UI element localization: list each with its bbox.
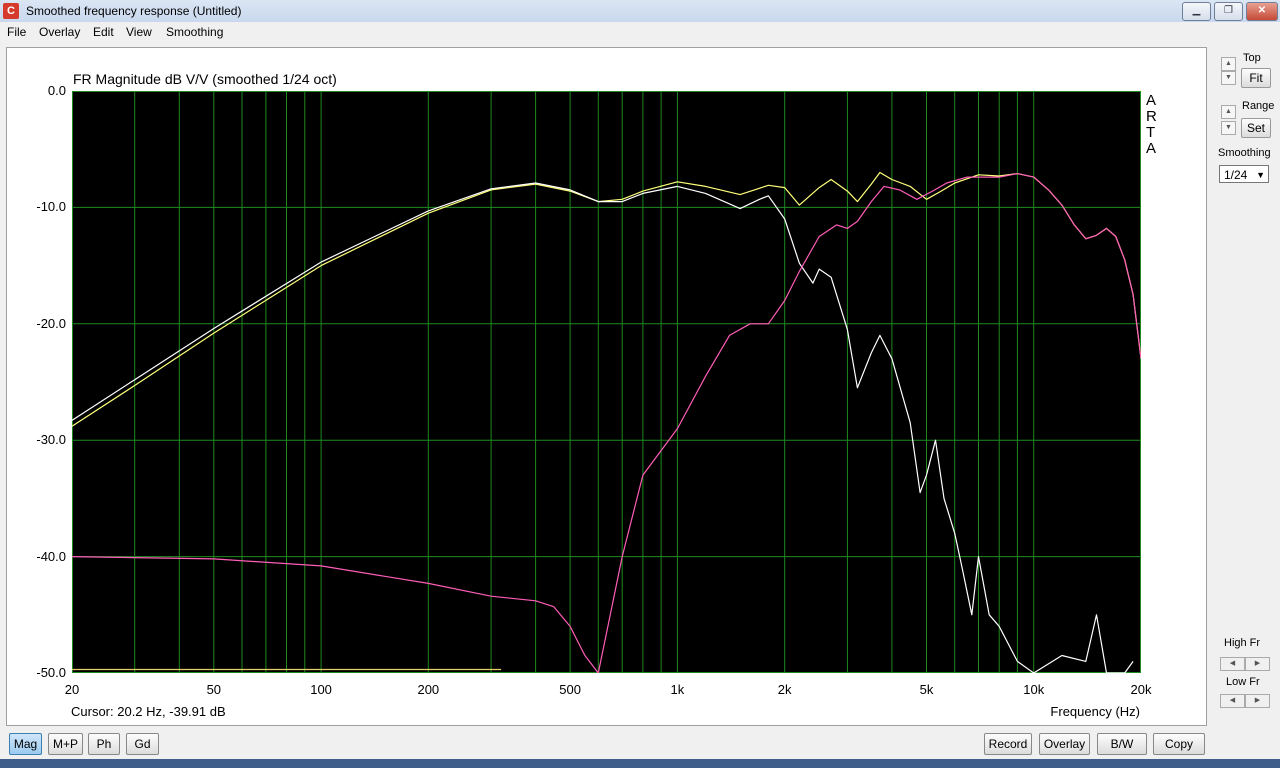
y-tick-label: 0.0 bbox=[47, 83, 66, 98]
close-button[interactable]: ✕ bbox=[1246, 2, 1278, 21]
top-up-spin[interactable]: ▲ bbox=[1221, 57, 1236, 71]
top-down-spin[interactable]: ▼ bbox=[1221, 71, 1236, 85]
x-tick-label: 200 bbox=[417, 682, 440, 697]
menu-smoothing[interactable]: Smoothing bbox=[166, 25, 223, 39]
set-button[interactable]: Set bbox=[1241, 118, 1271, 138]
y-tick-label: -20.0 bbox=[36, 315, 66, 331]
gd-button[interactable]: Gd bbox=[126, 733, 159, 755]
x-tick-label: 100 bbox=[310, 682, 332, 697]
plot-background bbox=[72, 91, 1141, 673]
x-tick-label: 20k bbox=[1130, 682, 1152, 697]
x-tick-label: 500 bbox=[559, 682, 581, 697]
plot-title: FR Magnitude dB V/V (smoothed 1/24 oct) bbox=[73, 71, 337, 87]
menu-bar: File Overlay Edit View Smoothing bbox=[0, 22, 1280, 42]
smoothing-label: Smoothing bbox=[1218, 147, 1271, 159]
menu-overlay[interactable]: Overlay bbox=[39, 25, 80, 39]
y-tick-label: -50.0 bbox=[36, 665, 66, 680]
x-tick-label: 5k bbox=[919, 682, 934, 697]
x-axis-label: Frequency (Hz) bbox=[1050, 704, 1140, 719]
fit-button[interactable]: Fit bbox=[1241, 68, 1271, 88]
ph-button[interactable]: Ph bbox=[88, 733, 120, 755]
high-fr-label: High Fr bbox=[1224, 637, 1261, 649]
x-tick-label: 20 bbox=[64, 682, 80, 697]
low-fr-left-arrow[interactable]: ◀ bbox=[1220, 694, 1245, 708]
smoothing-value: 1/24 bbox=[1224, 168, 1248, 182]
high-fr-right-arrow[interactable]: ▶ bbox=[1245, 657, 1270, 671]
chevron-down-icon: ▼ bbox=[1256, 170, 1265, 180]
smoothing-select[interactable]: 1/24 ▼ bbox=[1219, 165, 1269, 183]
mag-button[interactable]: Mag bbox=[9, 733, 42, 755]
menu-file[interactable]: File bbox=[7, 25, 26, 39]
bw-button[interactable]: B/W bbox=[1097, 733, 1147, 755]
record-button[interactable]: Record bbox=[984, 733, 1032, 755]
restore-button[interactable]: ❐ bbox=[1214, 2, 1243, 21]
cursor-readout: Cursor: 20.2 Hz, -39.91 dB bbox=[71, 704, 226, 719]
taskbar bbox=[0, 759, 1280, 768]
arta-brand-letter: A bbox=[1146, 92, 1157, 109]
overlay-button[interactable]: Overlay bbox=[1039, 733, 1090, 755]
frequency-response-chart[interactable] bbox=[72, 91, 1141, 673]
range-up-spin[interactable]: ▲ bbox=[1221, 105, 1236, 119]
x-tick-label: 1k bbox=[670, 682, 685, 697]
low-fr-right-arrow[interactable]: ▶ bbox=[1245, 694, 1270, 708]
arta-brand-letter: A bbox=[1146, 140, 1157, 157]
copy-button[interactable]: Copy bbox=[1153, 733, 1205, 755]
range-down-spin[interactable]: ▼ bbox=[1221, 121, 1236, 135]
window-title: Smoothed frequency response (Untitled) bbox=[26, 4, 242, 18]
x-tick-label: 10k bbox=[1023, 682, 1045, 697]
arta-app-icon: C bbox=[3, 3, 19, 19]
x-tick-label: 50 bbox=[206, 682, 222, 697]
menu-view[interactable]: View bbox=[126, 25, 152, 39]
top-label: Top bbox=[1243, 52, 1261, 64]
menu-edit[interactable]: Edit bbox=[93, 25, 114, 39]
range-label: Range bbox=[1242, 100, 1275, 112]
low-fr-label: Low Fr bbox=[1226, 676, 1260, 688]
y-tick-label: -30.0 bbox=[36, 432, 66, 448]
minimize-button[interactable]: ▁ bbox=[1182, 2, 1211, 21]
arta-brand-letter: T bbox=[1146, 124, 1156, 141]
title-bar: C Smoothed frequency response (Untitled)… bbox=[0, 0, 1280, 23]
arta-brand-letter: R bbox=[1146, 108, 1157, 125]
high-fr-left-arrow[interactable]: ◀ bbox=[1220, 657, 1245, 671]
y-tick-label: -40.0 bbox=[36, 548, 66, 564]
x-tick-label: 2k bbox=[777, 682, 792, 697]
mp-button[interactable]: M+P bbox=[48, 733, 83, 755]
y-tick-label: -10.0 bbox=[36, 199, 66, 215]
